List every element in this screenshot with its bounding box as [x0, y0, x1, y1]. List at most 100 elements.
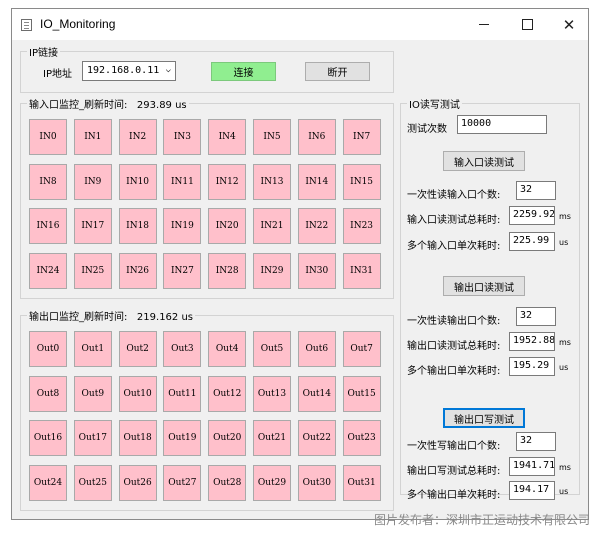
input-cell: IN5	[253, 119, 291, 155]
input-cell: IN25	[73, 252, 112, 289]
output-cell: Out15	[342, 375, 381, 412]
output-cell: Out3	[163, 331, 202, 367]
output-write-total-unit: ms	[559, 463, 571, 472]
input-read-total-unit: ms	[559, 212, 571, 221]
input-cell: IN10	[118, 163, 157, 200]
output-cell: Out21	[253, 420, 291, 456]
input-refresh-time: 293.89 us	[136, 100, 187, 111]
input-cell: IN29	[253, 252, 291, 289]
input-read-test-button[interactable]: 输入口读测试	[443, 151, 525, 171]
output-read-single-unit: us	[559, 363, 569, 372]
input-cell: IN1	[73, 119, 112, 155]
minimize-button[interactable]	[463, 9, 505, 40]
input-cell: IN9	[73, 163, 112, 200]
maximize-button[interactable]	[506, 9, 548, 40]
output-cell: Out0	[29, 331, 67, 367]
output-cell: Out10	[118, 375, 157, 412]
input-read-single-label: 多个输入口单次耗时:	[407, 241, 501, 252]
output-monitor-title: 输出口监控_刷新时间: 219.162 us	[27, 308, 196, 323]
output-cell: Out13	[253, 375, 291, 412]
output-cell: Out28	[208, 464, 247, 501]
output-read-total-unit: ms	[559, 338, 571, 347]
ip-label: IP地址	[43, 69, 72, 80]
input-cell: IN2	[118, 119, 157, 155]
ip-group: IP链接 IP地址 192.168.0.11 ⌵ 连接 断开	[20, 44, 394, 93]
title-bar: IO_Monitoring ✕	[12, 9, 588, 40]
input-cell: IN26	[118, 252, 157, 289]
input-cell: IN22	[297, 208, 336, 244]
output-cell: Out16	[29, 420, 67, 456]
input-cell: IN16	[29, 208, 67, 244]
input-cell: IN28	[208, 252, 247, 289]
output-read-total-field[interactable]: 1952.88	[509, 332, 555, 351]
output-cell: Out8	[29, 375, 67, 412]
input-read-count-label: 一次性读输入口个数:	[407, 190, 501, 201]
input-cell: IN7	[342, 119, 381, 155]
output-refresh-time: 219.162 us	[136, 312, 194, 323]
app-window: IO_Monitoring ✕ IP链接 IP地址 192.168.0.11 ⌵…	[11, 8, 589, 520]
output-cell: Out9	[73, 375, 112, 412]
input-cell: IN0	[29, 119, 67, 155]
output-monitor-label: 输出口监控_刷新时间:	[29, 312, 128, 323]
maximize-icon	[521, 19, 533, 30]
chevron-down-icon: ⌵	[165, 65, 171, 75]
input-cell: IN12	[208, 163, 247, 200]
close-button[interactable]: ✕	[548, 9, 590, 40]
input-cell: IN20	[208, 208, 247, 244]
input-read-single-field[interactable]: 225.99	[509, 232, 555, 251]
output-cell: Out11	[163, 375, 202, 412]
test-count-label: 测试次数	[407, 124, 447, 135]
output-write-count-input[interactable]: 32	[516, 432, 556, 451]
input-cell: IN30	[297, 252, 336, 289]
output-monitor-group: 输出口监控_刷新时间: 219.162 us Out0 Out1 Out2 Out3 O…	[20, 308, 394, 511]
output-cell: Out29	[253, 464, 291, 501]
output-cell: Out26	[118, 464, 157, 501]
output-read-count-label: 一次性读输出口个数:	[407, 316, 501, 327]
output-cell: Out25	[73, 464, 112, 501]
output-read-count-input[interactable]: 32	[516, 307, 556, 326]
test-count-input[interactable]: 10000	[457, 115, 547, 134]
input-read-total-field[interactable]: 2259.92	[509, 206, 555, 225]
input-read-count-input[interactable]: 32	[516, 181, 556, 200]
input-cell: IN3	[163, 119, 202, 155]
input-cell: IN27	[163, 252, 202, 289]
output-cell: Out6	[297, 331, 336, 367]
ip-group-title: IP链接	[27, 44, 60, 59]
input-read-single-unit: us	[559, 238, 569, 247]
output-write-test-button[interactable]: 输出口写测试	[443, 408, 525, 428]
output-cell: Out7	[342, 331, 381, 367]
output-write-count-label: 一次性写输出口个数:	[407, 441, 501, 452]
minimize-icon	[479, 24, 489, 25]
ip-address-combo[interactable]: 192.168.0.11 ⌵	[82, 61, 176, 81]
input-monitor-label: 输入口监控_刷新时间:	[29, 100, 128, 111]
output-write-total-field[interactable]: 1941.71	[509, 457, 555, 476]
output-cell: Out12	[208, 375, 247, 412]
input-cell: IN15	[342, 163, 381, 200]
output-read-single-field[interactable]: 195.29	[509, 357, 555, 376]
output-read-single-label: 多个输出口单次耗时:	[407, 366, 501, 377]
disconnect-button[interactable]: 断开	[305, 62, 370, 81]
output-cell: Out27	[163, 464, 202, 501]
output-cell: Out22	[297, 420, 336, 456]
connect-button[interactable]: 连接	[211, 62, 276, 81]
input-cell: IN8	[29, 163, 67, 200]
input-cell: IN18	[118, 208, 157, 244]
output-cell: Out1	[73, 331, 112, 367]
ip-address-value: 192.168.0.11	[87, 65, 160, 76]
input-cell: IN4	[208, 119, 247, 155]
output-cell: Out19	[163, 420, 202, 456]
input-monitor-title: 输入口监控_刷新时间: 293.89 us	[27, 96, 189, 111]
output-read-test-button[interactable]: 输出口读测试	[443, 276, 525, 296]
output-write-total-label: 输出口写测试总耗时:	[407, 466, 501, 477]
input-cell: IN21	[253, 208, 291, 244]
output-write-single-field[interactable]: 194.17	[509, 481, 555, 500]
io-test-title: IO读写测试	[407, 96, 462, 111]
input-cell: IN31	[342, 252, 381, 289]
input-cell: IN19	[163, 208, 202, 244]
output-cell: Out4	[208, 331, 247, 367]
app-icon	[21, 19, 32, 31]
output-cell: Out23	[342, 420, 381, 456]
output-cell: Out18	[118, 420, 157, 456]
input-cell: IN6	[297, 119, 336, 155]
output-cell: Out20	[208, 420, 247, 456]
